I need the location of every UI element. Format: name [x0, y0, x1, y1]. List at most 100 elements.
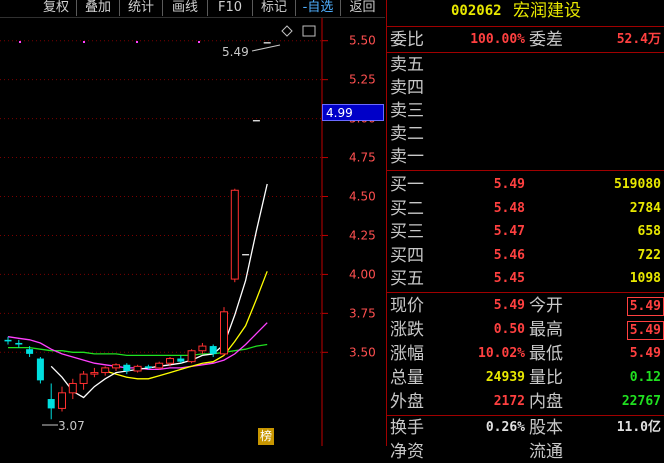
capital-label: 股本	[529, 418, 563, 438]
stat-value: 2172	[493, 394, 525, 409]
stat-label: 涨跌	[390, 320, 424, 340]
stat-row: 外盘 2172 内盘 22767	[387, 391, 664, 413]
watchlist-button[interactable]: -自选	[296, 0, 341, 16]
candle-body	[155, 362, 164, 369]
draw-tool-icon[interactable]	[281, 25, 293, 37]
candle-body	[187, 350, 196, 363]
candle[interactable]	[90, 367, 99, 378]
capital-label: 净资	[390, 442, 424, 462]
bid-row[interactable]: 买二 5.48 2784	[387, 198, 664, 220]
price-tick-label: 4.75	[349, 151, 376, 165]
high-annotation: 5.49	[222, 45, 249, 59]
candle-body	[47, 399, 55, 409]
stock-name: 宏润建设	[513, 1, 581, 21]
stat-label: 现价	[390, 296, 424, 316]
bid-price: 5.46	[493, 247, 525, 263]
capital-value: 0.26%	[485, 420, 525, 435]
bid-row[interactable]: 买三 5.47 658	[387, 221, 664, 243]
stat-value: 22767	[621, 394, 661, 409]
stat-label: 量比	[529, 368, 563, 388]
candle[interactable]	[187, 349, 196, 364]
candle[interactable]	[242, 254, 250, 256]
price-tick-label: 3.75	[349, 306, 376, 320]
candle[interactable]	[123, 363, 131, 375]
stat-value: 0.12	[629, 370, 661, 385]
candle[interactable]	[133, 364, 142, 373]
candle-body	[230, 189, 239, 280]
candle[interactable]	[58, 386, 66, 412]
window-toggle-icon[interactable]	[302, 25, 316, 37]
stat-value: 5.49	[629, 346, 661, 361]
bid-volume: 1098	[629, 271, 661, 286]
ask-label: 卖三	[390, 101, 424, 121]
capital-label: 换手	[390, 418, 424, 438]
stat-row: 涨幅 10.02% 最低 5.49	[387, 343, 664, 365]
candle[interactable]	[230, 188, 239, 283]
ask-row[interactable]: 卖五	[387, 54, 664, 76]
stat-label: 最高	[529, 320, 563, 340]
draw-line-button[interactable]: 画线	[163, 0, 208, 16]
quote-panel: 002062 宏润建设 委比 100.00% 委差 52.4万 卖五 卖四 卖三 卖二…	[386, 0, 664, 462]
back-button[interactable]: 返回	[341, 0, 384, 16]
ma20-line	[7, 322, 268, 371]
bid-price: 5.49	[493, 177, 525, 192]
candle-body	[58, 392, 66, 409]
ask-label: 卖二	[390, 124, 424, 144]
kline-svg[interactable]: 5.505.255.004.754.504.254.003.753.50 5.4…	[0, 18, 385, 446]
bid-label: 买五	[390, 269, 424, 289]
ask-label: 卖四	[390, 78, 424, 98]
overlay-button[interactable]: 叠加	[77, 0, 120, 16]
candle-body	[68, 382, 77, 394]
ask-row[interactable]: 卖二	[387, 123, 664, 145]
candle[interactable]	[15, 339, 23, 348]
candle[interactable]	[36, 356, 44, 384]
candle-body	[123, 364, 131, 372]
bid-row[interactable]: 买四 5.46 722	[387, 245, 664, 267]
f10-button[interactable]: F10	[208, 0, 253, 16]
candle[interactable]	[155, 361, 164, 370]
bid-label: 买三	[390, 222, 424, 242]
mark-button[interactable]: 标记	[253, 0, 296, 16]
ask-row[interactable]: 卖三	[387, 100, 664, 122]
candle[interactable]	[209, 344, 217, 357]
stat-value: 24939	[485, 370, 525, 385]
weicha-value: 52.4万	[616, 32, 661, 47]
ask-row[interactable]: 卖四	[387, 77, 664, 99]
candle[interactable]	[79, 371, 88, 390]
stat-value: 5.49	[626, 297, 664, 316]
candle-body	[209, 346, 217, 354]
restore-rights-button[interactable]: 复权	[36, 0, 77, 16]
candle-body	[220, 311, 228, 355]
stat-value: 5.49	[626, 321, 664, 340]
stat-label: 总量	[390, 368, 424, 388]
ask-row[interactable]: 卖一	[387, 146, 664, 168]
candle[interactable]	[4, 336, 12, 345]
candle[interactable]	[101, 366, 110, 376]
statistics-button[interactable]: 统计	[120, 0, 163, 16]
commission-ratio-row: 委比 100.00% 委差 52.4万	[387, 29, 664, 51]
candle[interactable]	[47, 383, 55, 420]
stat-label: 最低	[529, 344, 563, 364]
candle-body	[263, 42, 271, 44]
high-annotation-arrow	[251, 44, 281, 52]
candle[interactable]	[263, 42, 271, 44]
bid-row[interactable]: 买五 5.45 1098	[387, 268, 664, 290]
stat-label: 内盘	[529, 392, 563, 412]
candle-body	[177, 358, 185, 362]
candle-body	[144, 366, 152, 368]
bid-row[interactable]: 买一 5.49 519080	[387, 174, 664, 196]
ask-label: 卖五	[390, 55, 424, 75]
candle-body	[166, 358, 174, 364]
candle-body	[36, 358, 44, 381]
candle[interactable]	[252, 120, 260, 122]
candle[interactable]	[112, 363, 120, 372]
candle-body	[101, 367, 110, 374]
event-marker	[136, 41, 138, 43]
weibi-label: 委比	[390, 30, 424, 50]
event-marker	[198, 41, 200, 43]
candle[interactable]	[220, 307, 228, 356]
stock-app: 复权 叠加 统计 画线 F10 标记 -自选 返回 5.505.255.004.…	[0, 0, 664, 462]
candle[interactable]	[68, 378, 77, 400]
ranking-badge-icon[interactable]: 榜	[258, 428, 274, 445]
kline-chart[interactable]: 5.505.255.004.754.504.254.003.753.50 5.4…	[0, 18, 385, 446]
